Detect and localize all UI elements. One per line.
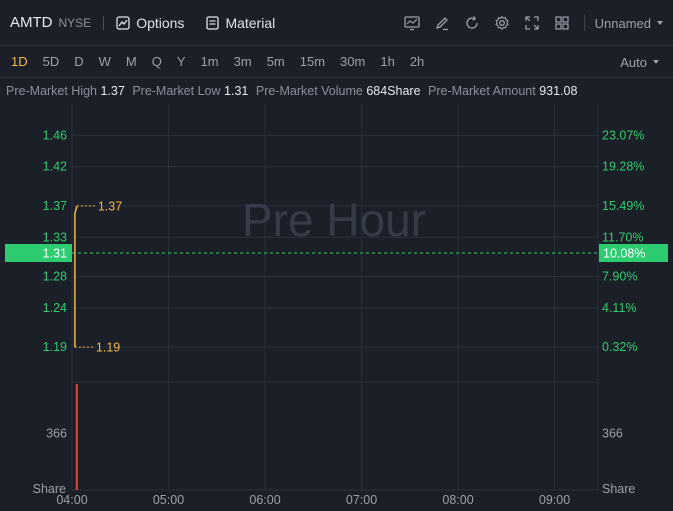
price-tick-label: 1.24 (43, 301, 67, 315)
high-marker-label: 1.37 (98, 199, 122, 213)
volume-bar (75, 384, 78, 490)
percent-tick-label: 23.07% (602, 128, 644, 142)
price-tick-label: 1.42 (43, 160, 67, 174)
volume-unit-right: Share (602, 482, 635, 496)
x-tick-label: 08:00 (442, 493, 473, 507)
x-tick-label: 05:00 (153, 493, 184, 507)
current-price-label: 1.31 (43, 246, 67, 260)
price-tick-label: 1.28 (43, 270, 67, 284)
low-marker-label: 1.19 (96, 341, 120, 355)
chart-watermark: Pre Hour (242, 194, 426, 246)
volume-tick-label-right: 366 (602, 426, 623, 440)
volume-tick-label-left: 366 (46, 426, 67, 440)
percent-tick-label: 7.90% (602, 270, 637, 284)
price-chart[interactable]: 04:00 05:00 06:00 07:00 08:00 09:001.461.421.… (0, 0, 673, 511)
percent-tick-label: 15.49% (602, 199, 644, 213)
percent-tick-label: 19.28% (602, 160, 644, 174)
price-tick-label: 1.46 (43, 128, 67, 142)
percent-tick-label: 11.70% (602, 230, 643, 244)
price-tick-label: 1.19 (43, 340, 67, 354)
volume-unit-left: Share (33, 482, 66, 496)
percent-tick-label: 4.11% (602, 301, 637, 315)
price-tick-label: 1.37 (43, 199, 67, 213)
price-tick-label: 1.33 (43, 230, 67, 244)
x-tick-label: 07:00 (346, 493, 377, 507)
x-tick-label: 09:00 (539, 493, 570, 507)
current-percent-label: 10.08% (603, 246, 645, 260)
x-tick-label: 06:00 (249, 493, 280, 507)
percent-tick-label: 0.32% (602, 340, 637, 354)
